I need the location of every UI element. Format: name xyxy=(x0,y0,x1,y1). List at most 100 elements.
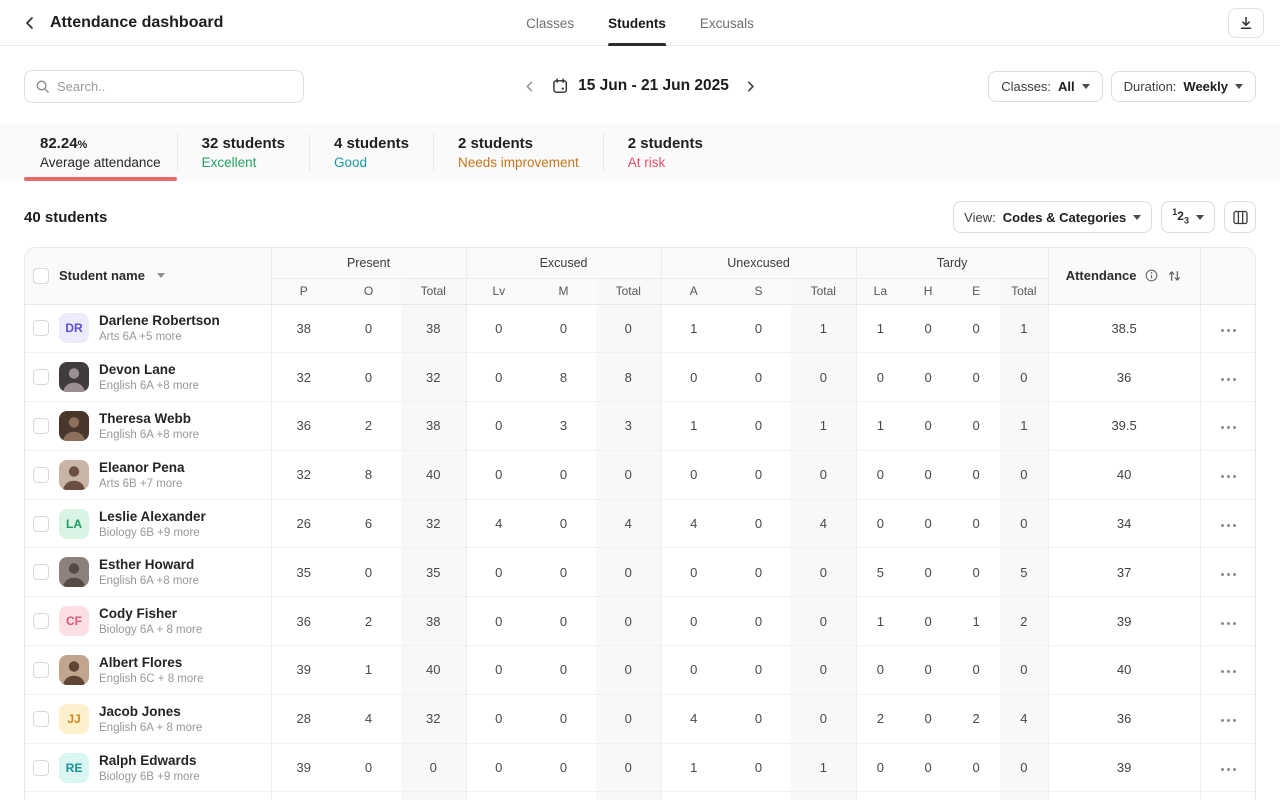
row-menu-button[interactable] xyxy=(1215,713,1242,728)
student-classes: Arts 6B +7 more xyxy=(99,478,185,490)
value-cell: 0 xyxy=(791,450,856,499)
row-checkbox[interactable] xyxy=(33,564,49,580)
tab-classes[interactable]: Classes xyxy=(526,0,574,46)
prev-week-button[interactable] xyxy=(522,79,537,94)
stats-band: 82.24%Average attendance32 studentsExcel… xyxy=(0,124,1280,181)
download-button[interactable] xyxy=(1228,8,1264,38)
stat-needs-improvement[interactable]: 2 studentsNeeds improvement xyxy=(434,124,603,181)
table-row: Esther HowardEnglish 6A +8 more350350000… xyxy=(25,548,1256,597)
table-row: Albert FloresEnglish 6C + 8 more39140000… xyxy=(25,646,1256,695)
numeric-sort-dropdown[interactable]: 123 xyxy=(1161,201,1215,233)
subcol-la: La xyxy=(856,278,904,304)
value-cell: 0 xyxy=(531,792,596,800)
date-range[interactable]: 15 Jun - 21 Jun 2025 xyxy=(551,77,729,95)
row-checkbox[interactable] xyxy=(33,320,49,336)
value-cell: 4 xyxy=(661,499,726,548)
value-cell: 0 xyxy=(336,792,401,800)
value-cell: 0 xyxy=(726,402,791,451)
stat-label: Good xyxy=(334,155,409,170)
view-label: View: xyxy=(964,210,996,225)
duration-filter-dropdown[interactable]: Duration:Weekly xyxy=(1111,71,1256,102)
row-menu-button[interactable] xyxy=(1215,664,1242,679)
stat-excellent[interactable]: 32 studentsExcellent xyxy=(178,124,309,181)
value-cell: 0 xyxy=(952,353,1000,402)
row-menu-button[interactable] xyxy=(1215,372,1242,387)
student-name-cell: DRDarlene RobertsonArts 6A +5 more xyxy=(25,304,271,353)
value-cell: 0 xyxy=(904,694,952,743)
tab-excusals[interactable]: Excusals xyxy=(700,0,754,46)
subcol-e: E xyxy=(952,278,1000,304)
row-checkbox[interactable] xyxy=(33,760,49,776)
student-name-cell: Esther HowardEnglish 6A +8 more xyxy=(25,548,271,597)
row-menu-button[interactable] xyxy=(1215,469,1242,484)
value-cell: 1 xyxy=(1000,402,1048,451)
row-checkbox[interactable] xyxy=(33,516,49,532)
classes-filter-dropdown[interactable]: Classes:All xyxy=(988,71,1102,102)
row-menu-button[interactable] xyxy=(1215,420,1242,435)
tab-students[interactable]: Students xyxy=(608,0,666,46)
attendance-cell: 36 xyxy=(1048,353,1200,402)
value-cell: 0 xyxy=(466,597,531,646)
view-value: Codes & Categories xyxy=(1003,210,1127,225)
columns-button[interactable] xyxy=(1224,201,1256,233)
view-dropdown[interactable]: View: Codes & Categories xyxy=(953,201,1152,233)
chevron-down-icon xyxy=(1133,215,1141,220)
value-cell: 0 xyxy=(466,694,531,743)
value-cell: 0 xyxy=(1000,792,1048,800)
student-classes: English 6A +8 more xyxy=(99,380,199,392)
row-checkbox[interactable] xyxy=(33,418,49,434)
value-cell: 0 xyxy=(596,792,661,800)
value-cell: 0 xyxy=(904,304,952,353)
stat-value: 2 students xyxy=(458,135,579,152)
value-cell: 39 xyxy=(271,646,336,695)
sort-icon[interactable] xyxy=(1167,269,1182,283)
search-input[interactable] xyxy=(57,79,293,94)
stat-average-attendance[interactable]: 82.24%Average attendance xyxy=(24,124,177,181)
subcol-total: Total xyxy=(1000,278,1048,304)
value-cell: 1 xyxy=(661,304,726,353)
next-week-button[interactable] xyxy=(743,79,758,94)
back-button[interactable] xyxy=(16,9,44,37)
value-cell: 0 xyxy=(791,694,856,743)
value-cell: 0 xyxy=(596,597,661,646)
value-cell: 40 xyxy=(401,450,466,499)
chevron-down-icon xyxy=(1235,84,1243,89)
row-menu-button[interactable] xyxy=(1215,567,1242,582)
actions-cell xyxy=(1200,402,1256,451)
table-body: DRDarlene RobertsonArts 6A +5 more380380… xyxy=(25,304,1256,800)
row-checkbox[interactable] xyxy=(33,369,49,385)
row-menu-button[interactable] xyxy=(1215,518,1242,533)
value-cell: 32 xyxy=(271,353,336,402)
row-menu-button[interactable] xyxy=(1215,616,1242,631)
info-icon[interactable] xyxy=(1144,268,1159,283)
stat-good[interactable]: 4 studentsGood xyxy=(310,124,433,181)
row-menu-button[interactable] xyxy=(1215,762,1242,777)
student-count: 40 students xyxy=(24,209,107,226)
subcol-m: M xyxy=(531,278,596,304)
value-cell: 1 xyxy=(336,646,401,695)
row-checkbox[interactable] xyxy=(33,613,49,629)
tab-label: Students xyxy=(608,16,666,31)
value-cell: 0 xyxy=(904,743,952,792)
value-cell: 0 xyxy=(726,597,791,646)
stat-label: Excellent xyxy=(202,155,285,170)
attendance-header: Attendance xyxy=(1048,248,1200,304)
value-cell: 0 xyxy=(466,450,531,499)
value-cell: 4 xyxy=(661,694,726,743)
download-icon xyxy=(1238,15,1254,31)
value-cell: 0 xyxy=(952,646,1000,695)
select-all-checkbox[interactable] xyxy=(33,268,49,284)
stat-at-risk[interactable]: 2 studentsAt risk xyxy=(604,124,727,181)
row-checkbox[interactable] xyxy=(33,467,49,483)
row-menu-button[interactable] xyxy=(1215,323,1242,338)
value-cell: 0 xyxy=(531,548,596,597)
row-checkbox[interactable] xyxy=(33,662,49,678)
row-checkbox[interactable] xyxy=(33,711,49,727)
attendance-cell: 39 xyxy=(1048,743,1200,792)
value-cell: 4 xyxy=(596,499,661,548)
sort-caret-icon[interactable] xyxy=(157,273,165,278)
value-cell: 0 xyxy=(856,450,904,499)
value-cell: 0 xyxy=(596,304,661,353)
value-cell: 40 xyxy=(401,792,466,800)
value-cell: 0 xyxy=(1000,743,1048,792)
